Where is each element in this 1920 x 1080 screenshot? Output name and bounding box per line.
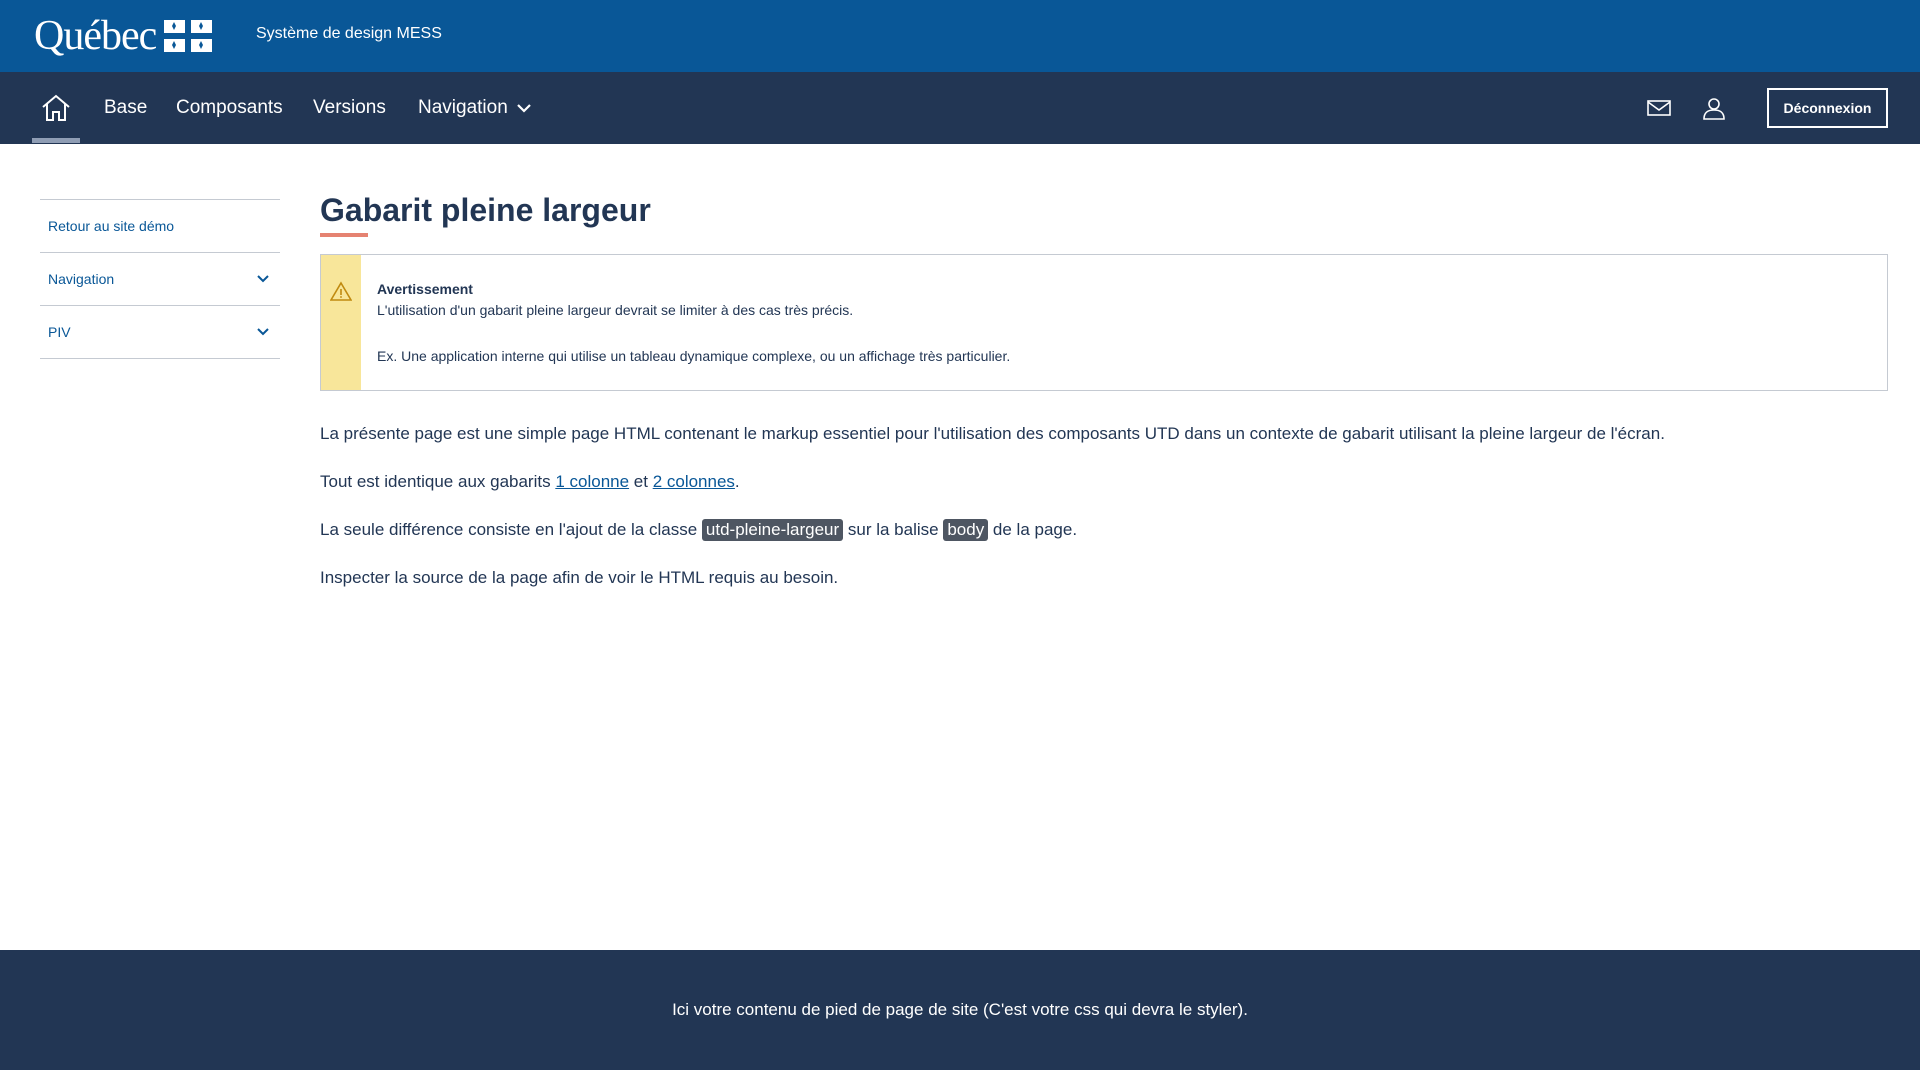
text: . [734,472,740,491]
active-indicator [32,138,80,143]
text: La seule différence consiste en l'ajout … [320,520,702,539]
nav-item-navigation[interactable]: Navigation [418,96,508,120]
top-banner: Québec Système de design MESS [0,0,1920,72]
sidebar-item-label: Navigation [48,271,115,287]
sidebar: Retour au site démo Navigation PIV [40,199,280,359]
logo-text: Québec [34,13,157,59]
quebec-logo[interactable]: Québec [34,13,213,59]
page-title: Gabarit pleine largeur [320,192,651,228]
text: sur la balise [843,520,944,539]
difference-paragraph: La seule différence consiste en l'ajout … [320,518,1077,542]
chevron-down-icon[interactable] [516,102,532,114]
nav-item-versions[interactable]: Versions [313,96,386,120]
text: et [629,472,653,491]
site-footer: Ici votre contenu de pied de page de sit… [0,950,1920,1070]
sidebar-item-retour[interactable]: Retour au site démo [40,200,280,253]
link-2-colonnes[interactable]: 2 colonnes [653,472,735,491]
warning-icon [330,281,352,301]
user-icon[interactable] [1702,96,1726,120]
alert-title: Avertissement [377,281,473,297]
sidebar-item-label: PIV [48,324,71,340]
intro-paragraph: La présente page est une simple page HTM… [320,424,1665,443]
link-1-colonne[interactable]: 1 colonne [555,472,629,491]
mail-icon[interactable] [1646,98,1672,118]
text: de la page. [988,520,1078,539]
inspect-paragraph: Inspecter la source de la page afin de v… [320,568,839,587]
alert-example: Ex. Une application interne qui utilise … [377,348,1011,364]
logout-button[interactable]: Déconnexion [1767,88,1888,128]
nav-item-composants[interactable]: Composants [176,96,283,120]
home-link[interactable] [32,92,80,124]
chevron-down-icon[interactable] [256,327,270,337]
text: Tout est identique aux gabarits [320,472,556,491]
alert-stripe [321,255,361,390]
warning-alert: Avertissement L'utilisation d'un gabarit… [320,254,1888,391]
title-underline [320,233,368,237]
chevron-down-icon[interactable] [256,274,270,284]
site-title[interactable]: Système de design MESS [256,22,442,46]
sidebar-item-label: Retour au site démo [48,218,175,234]
nav-item-base[interactable]: Base [104,96,147,120]
sidebar-item-piv[interactable]: PIV [40,306,280,359]
sidebar-item-navigation[interactable]: Navigation [40,253,280,306]
fleur-de-lys-flag-icon [164,20,213,52]
main-nav: Base Composants Versions Navigation [0,72,1920,144]
gabarits-paragraph: Tout est identique aux gabarits 1 colonn… [320,470,740,494]
code-class-name: utd-pleine-largeur [701,519,844,541]
code-body-tag: body [943,519,989,541]
home-icon [42,94,70,121]
footer-text: Ici votre contenu de pied de page de sit… [672,1000,1248,1019]
alert-message: L'utilisation d'un gabarit pleine largeu… [377,302,854,318]
